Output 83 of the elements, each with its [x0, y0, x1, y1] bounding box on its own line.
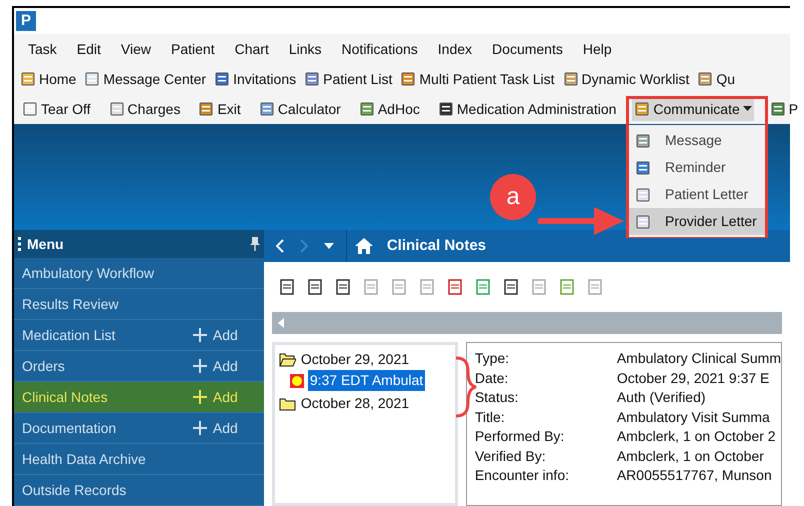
menu-item[interactable]: Documents [492, 38, 563, 60]
menu-option[interactable]: Reminder [629, 154, 765, 181]
toolbar-button[interactable]: Medication Administration [436, 97, 618, 121]
toolbar-button[interactable]: Invitations [214, 68, 296, 90]
toolbar-button[interactable]: Tear Off [20, 97, 93, 121]
field-label: Status: [474, 388, 520, 407]
menu-item[interactable]: Index [438, 38, 472, 60]
grip-icon [18, 236, 21, 252]
sidebar-item-label: Outside Records [22, 480, 128, 500]
field-value: Ambulatory Clinical Summ [616, 349, 781, 368]
field-value: Ambclerk, 1 on October 2 [616, 427, 776, 446]
menu-item[interactable]: Chart [234, 38, 269, 60]
field-value: AR0055517767, Munson [616, 466, 772, 485]
plus-icon [192, 390, 207, 404]
menu-option[interactable]: Provider Letter [629, 208, 765, 235]
tree-date[interactable]: October 28, 2021 [300, 393, 410, 414]
sidebar-item-label: Health Data Archive [22, 450, 147, 468]
page-title: Clinical Notes [386, 236, 486, 256]
menu-item[interactable]: View [120, 38, 152, 60]
sidebar-item[interactable]: Medication List Add [14, 320, 264, 351]
plus-icon [192, 421, 207, 435]
toolbar-button[interactable]: Multi Patient Task List [400, 68, 555, 90]
sidebar-item-label: Orders [22, 356, 66, 376]
app-logo: P [16, 11, 36, 31]
add-button[interactable]: Add [192, 386, 238, 408]
add-button[interactable]: Add [192, 356, 238, 376]
toolbar-button[interactable]: Charges [106, 97, 182, 121]
toolbar-button[interactable]: Dynamic Worklist [562, 68, 690, 90]
add-button[interactable]: Add [192, 324, 238, 346]
toolbar-button[interactable]: Home [20, 68, 76, 90]
toolbar-button[interactable]: Exit [196, 97, 243, 121]
add-button[interactable]: Add [192, 418, 238, 438]
field-value: October 29, 2021 9:37 E [616, 368, 770, 388]
sidebar-item-label: Results Review [22, 294, 120, 314]
caret-icon [742, 106, 752, 112]
toolbar-tool-icon[interactable] [306, 278, 324, 296]
toolbar-tool-icon[interactable] [502, 278, 520, 296]
field-label: Performed By: [474, 427, 566, 446]
plus-icon [192, 328, 207, 342]
field-label: Title: [474, 408, 506, 426]
tree-date[interactable]: October 29, 2021 [300, 349, 410, 370]
sidebar-item-label: Ambulatory Workflow [22, 264, 156, 283]
sidebar-item-label: Clinical Notes [22, 388, 109, 406]
sidebar-item[interactable]: Results Review [14, 289, 264, 320]
menu-option[interactable]: Message [629, 127, 765, 154]
field-label: Type: [474, 349, 510, 368]
sidebar-title: Menu [27, 234, 65, 254]
pin-icon[interactable] [250, 237, 260, 251]
sidebar-item-label: Documentation [22, 418, 118, 438]
field-value: Ambclerk, 1 on October [616, 446, 764, 466]
sidebar-item[interactable]: Health Data Archive [14, 444, 264, 475]
plus-icon [192, 359, 207, 373]
toolbar-button[interactable]: Qu [697, 68, 736, 90]
caret-icon[interactable] [324, 243, 334, 249]
menu-item[interactable]: Edit [76, 38, 101, 60]
menu-item[interactable]: Help [582, 38, 612, 60]
field-label: Verified By: [474, 446, 547, 466]
menu-item[interactable]: Patient [171, 38, 215, 60]
menu-item[interactable]: Notifications [342, 38, 418, 60]
field-label: Date: [474, 368, 510, 388]
toolbar-button[interactable]: P [768, 97, 800, 121]
sidebar-item[interactable]: Outside Records [14, 475, 264, 506]
field-value: Ambulatory Visit Summa [616, 408, 770, 427]
toolbar-tool-icon[interactable] [334, 278, 352, 296]
toolbar-tool-icon[interactable] [446, 278, 464, 296]
field-label: Encounter info: [474, 466, 570, 485]
sidebar-item-label: Medication List [22, 326, 116, 344]
sidebar-item[interactable]: Documentation Add [14, 413, 264, 444]
toolbar-button[interactable]: Patient List [304, 68, 392, 90]
tree-note[interactable]: 9:37 EDT Ambulat [308, 370, 426, 391]
menu-item[interactable]: Task [28, 38, 57, 60]
sidebar-item[interactable]: Ambulatory Workflow [14, 258, 264, 289]
toolbar-tool-icon[interactable] [278, 278, 296, 296]
sidebar-item[interactable]: Clinical Notes Add [14, 382, 264, 413]
note-status-icon [288, 372, 305, 388]
menu-item[interactable]: Links [288, 38, 322, 60]
back-icon[interactable] [276, 239, 284, 253]
field-value: Auth (Verified) [616, 388, 706, 407]
toolbar-button[interactable]: Calculator [256, 97, 343, 121]
toolbar-button[interactable]: AdHoc [356, 97, 422, 121]
menu-option[interactable]: Patient Letter [629, 181, 765, 208]
communicate-dropdown[interactable]: Communicate [632, 97, 754, 121]
toolbar-button[interactable]: Message Center [84, 68, 206, 90]
